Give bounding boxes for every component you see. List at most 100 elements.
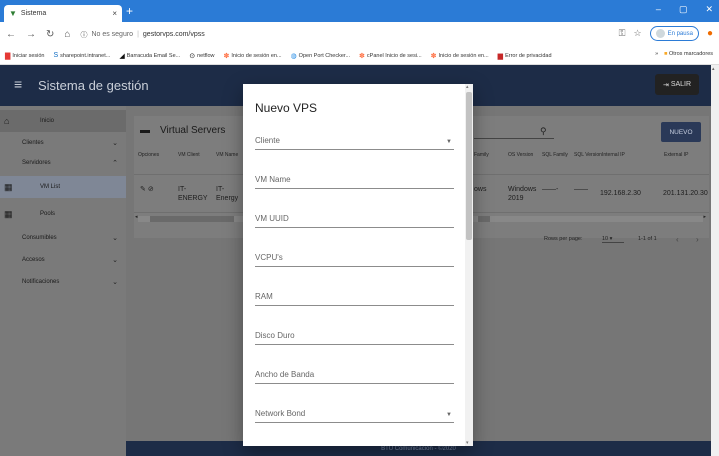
rows-per-page-value: 10 — [602, 236, 609, 242]
column-header[interactable]: OS Version — [508, 152, 540, 159]
bookmark-item[interactable]: Ssharepoint.intranet... — [54, 52, 111, 59]
disco-duro-field[interactable]: Disco Duro — [255, 327, 454, 345]
sidebar-item[interactable]: Notificaciones ⌄ — [0, 271, 126, 293]
maximize-button[interactable]: ▢ — [679, 4, 688, 15]
caret-down-icon: ▼ — [446, 412, 452, 418]
bookmark-item[interactable]: ✽ Inicio de sesión en... — [431, 52, 489, 60]
key-icon[interactable]: ⚿ — [619, 28, 626, 39]
notification-icon[interactable]: ● — [707, 28, 713, 39]
nav-buttons: ← → ↻ ⌂ — [6, 29, 70, 40]
sidebar-item[interactable]: ▦ Pools — [0, 203, 126, 225]
chevron-down-icon: ⌄ — [112, 235, 118, 242]
ram-field[interactable]: RAM — [255, 288, 454, 306]
dialog-scroll-thumb[interactable] — [466, 92, 472, 240]
network-bond-select[interactable]: Network Bond ▼ — [255, 405, 454, 423]
vm-name-field[interactable]: VM Name — [255, 171, 454, 189]
sidebar-item-label: Accesos — [22, 257, 45, 263]
star-icon[interactable]: ☆ — [634, 28, 642, 39]
sidebar-item[interactable]: Servidores ⌃ — [0, 152, 126, 174]
dialog-title: Nuevo VPS — [255, 101, 318, 115]
new-tab-button[interactable]: + — [126, 4, 133, 18]
toolbar-right: ⚿ ☆ En pausa ● — [619, 26, 713, 41]
column-header[interactable]: Family — [474, 152, 506, 159]
dialog-scroll-down-icon[interactable]: ▾ — [466, 440, 469, 446]
info-icon[interactable]: ⓘ — [80, 30, 87, 40]
forward-icon[interactable]: → — [26, 29, 36, 40]
dialog-scrollbar[interactable]: ▴ ▾ — [465, 84, 473, 446]
warning-icon: ▆ — [497, 52, 504, 60]
scroll-thumb-right[interactable] — [478, 216, 490, 222]
bookmarks-more-button[interactable]: » — [655, 51, 658, 57]
next-page-icon[interactable]: › — [696, 235, 699, 244]
back-icon[interactable]: ← — [6, 29, 16, 40]
other-bookmarks-folder[interactable]: ■ Otros marcadores — [664, 51, 713, 57]
vm-uuid-field[interactable]: VM UUID — [255, 210, 454, 228]
bookmark-item[interactable]: ◍ Open Port Checker... — [291, 52, 350, 60]
column-header[interactable]: VM Client — [178, 152, 210, 159]
browser-tabstrip: ▼ Sistema × + – ▢ ✕ — [0, 0, 719, 22]
table-cell: ——- — [542, 186, 559, 193]
column-header[interactable]: External IP — [664, 152, 708, 159]
sidebar-item[interactable]: ▦ VM List — [0, 176, 126, 198]
bookmark-item[interactable]: ▆ Error de privacidad — [498, 52, 552, 60]
dialog-scroll-up-icon[interactable]: ▴ — [466, 84, 469, 90]
vcpu-s-field[interactable]: VCPU's — [255, 249, 454, 267]
bookmark-label: Inicio de sesión en... — [438, 52, 489, 59]
sidebar-item[interactable]: Accesos ⌄ — [0, 249, 126, 271]
scroll-thumb[interactable] — [150, 216, 234, 222]
search-icon[interactable]: ⚲ — [540, 126, 547, 137]
bookmark-label: cPanel Inicio de sesi... — [366, 52, 422, 59]
bookmark-item[interactable]: ▇ Iniciar sesión — [5, 52, 45, 60]
list-icon: ▦ — [4, 181, 13, 192]
app-title: Sistema de gestión — [38, 78, 149, 93]
scroll-up-icon[interactable]: ▴ — [712, 66, 715, 72]
bookmark-item[interactable]: ✽ Inicio de sesión en... — [224, 52, 282, 60]
table-cell: ows — [474, 186, 487, 193]
field-label: Network Bond — [255, 409, 306, 418]
barracuda-icon: ◢ — [119, 52, 125, 60]
browser-tab[interactable]: ▼ Sistema × — [4, 5, 122, 22]
bookmark-item[interactable]: ✽ cPanel Inicio de sesi... — [359, 52, 422, 60]
profile-pause-button[interactable]: En pausa — [649, 26, 699, 41]
browser-toolbar: ← → ↻ ⌂ ⓘ No es seguro | gestorvps.com/v… — [0, 22, 719, 47]
scroll-left-icon[interactable]: ◂ — [135, 214, 138, 220]
menu-icon[interactable]: ≡ — [14, 76, 22, 92]
page-scrollbar[interactable]: ▴ — [711, 65, 719, 456]
bookmark-item[interactable]: ⊙ netflow — [189, 52, 214, 60]
close-window-button[interactable]: ✕ — [705, 4, 713, 15]
address-bar[interactable]: ⓘ No es seguro | gestorvps.com/vpss — [80, 30, 204, 40]
page-title: Virtual Servers — [160, 124, 226, 136]
block-icon[interactable]: ⊘ — [146, 186, 154, 193]
field-label: Cliente — [255, 136, 280, 145]
sidebar-item[interactable]: Clientes ⌄ — [0, 132, 126, 154]
server-icon: ▬ — [140, 124, 150, 136]
column-header[interactable]: Opciones — [138, 152, 172, 159]
tab-close-icon[interactable]: × — [112, 9, 117, 18]
rows-per-page-label: Rows per page: — [544, 236, 583, 242]
bookmarks-right: » ■ Otros marcadores — [655, 51, 713, 57]
column-header[interactable]: SQL Family — [542, 152, 574, 159]
table-cell: IT-Energy — [216, 186, 239, 202]
sidebar-item-label: Consumibles — [22, 235, 57, 241]
bookmark-label: netflow — [197, 52, 215, 59]
chevron-down-icon: ⌄ — [112, 140, 118, 147]
avatar — [655, 29, 665, 38]
new-vps-button[interactable]: NUEVO — [661, 122, 701, 142]
bookmark-item[interactable]: ◢ Barracuda Email Se... — [119, 52, 180, 60]
url-text[interactable]: gestorvps.com/vpss — [143, 31, 205, 38]
sidebar-item[interactable]: ⌂ Inicio — [0, 110, 126, 132]
column-header[interactable]: Internal IP — [602, 152, 654, 159]
port-checker-icon: ◍ — [290, 52, 297, 60]
search-input[interactable] — [474, 138, 554, 139]
home-icon[interactable]: ⌂ — [64, 29, 70, 40]
ancho-de-banda-field[interactable]: Ancho de Banda — [255, 366, 454, 384]
scroll-right-icon[interactable]: ▸ — [703, 214, 706, 220]
reload-icon[interactable]: ↻ — [46, 29, 54, 40]
logout-icon: ⇥ — [662, 81, 669, 89]
minimize-button[interactable]: – — [656, 4, 661, 15]
prev-page-icon[interactable]: ‹ — [676, 235, 679, 244]
cliente-select[interactable]: Cliente ▼ — [255, 132, 454, 150]
sidebar-item[interactable]: Consumibles ⌄ — [0, 227, 126, 249]
logout-button[interactable]: ⇥ SALIR — [655, 74, 699, 95]
rows-per-page-select[interactable]: 10 ▾ — [602, 236, 624, 243]
